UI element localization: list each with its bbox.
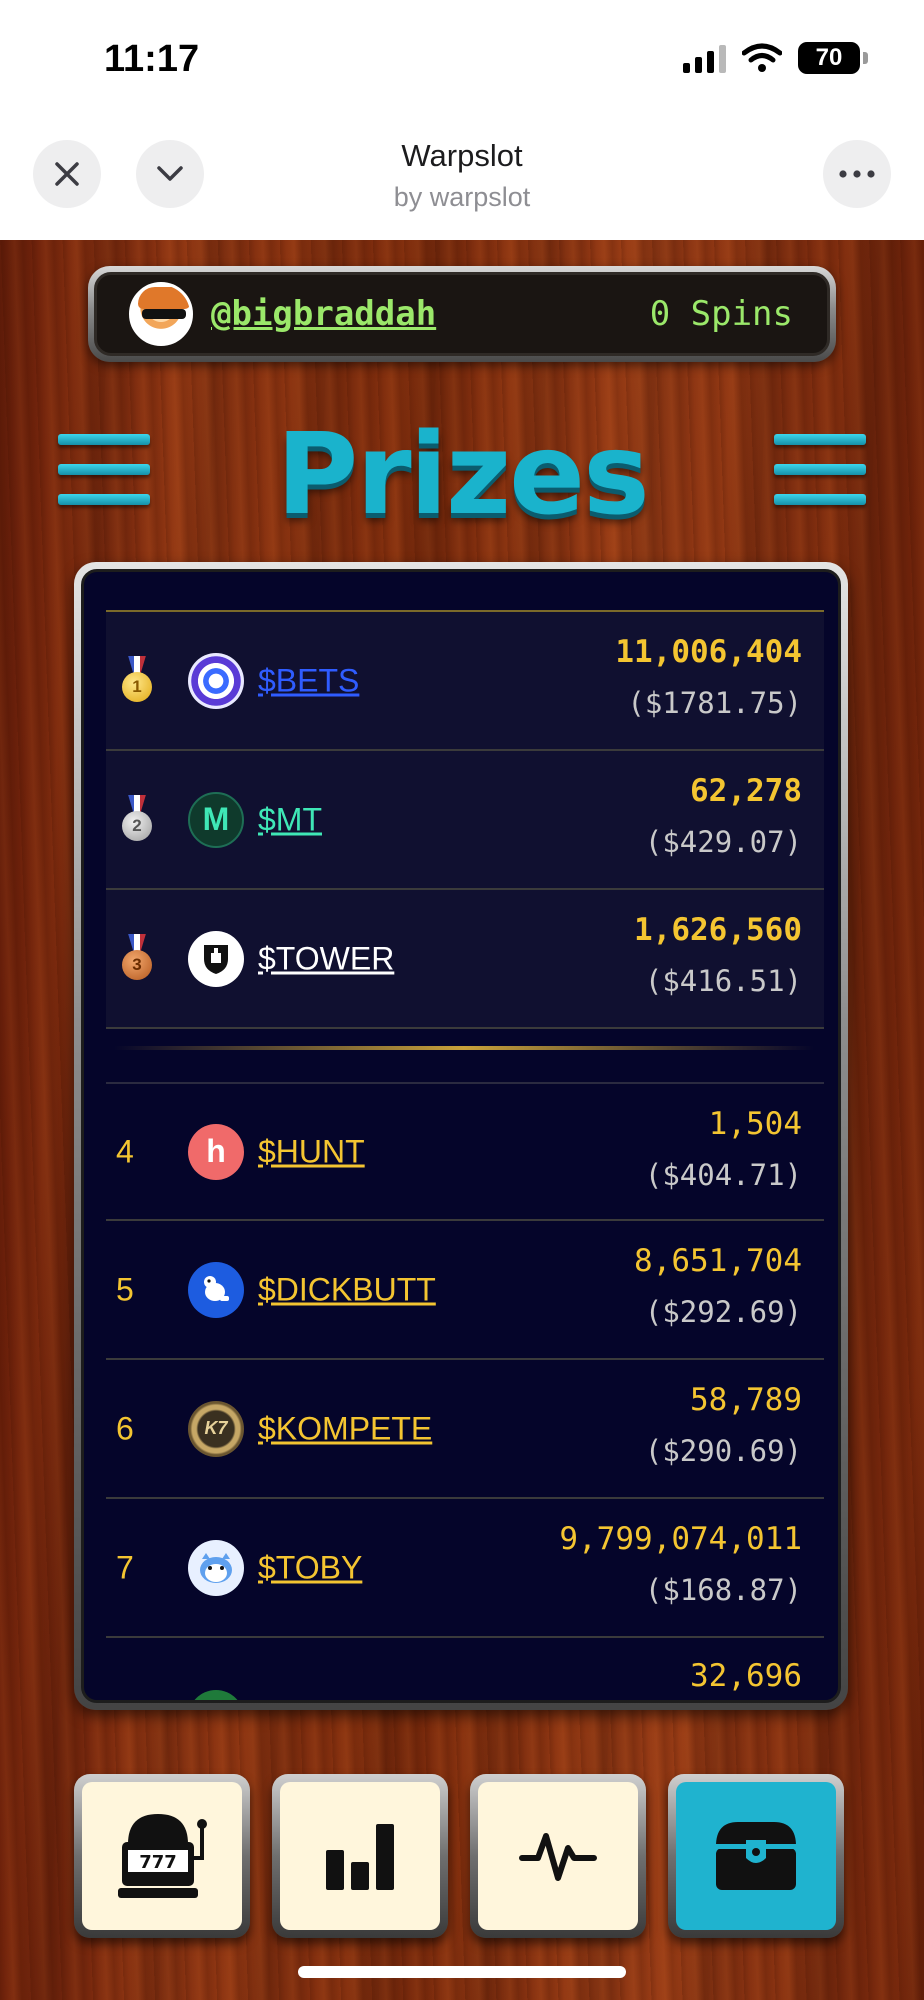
- token-link[interactable]: $KOMPETE: [258, 1410, 432, 1447]
- right-menu-icon[interactable]: [774, 434, 866, 506]
- rank-number: 5: [116, 1271, 134, 1307]
- prizes-list[interactable]: 4 h $HUNT 1,504 ($404.71) 5 $DICKBUTT 8,…: [106, 1082, 824, 1701]
- prize-amount: 58,789: [690, 1382, 802, 1418]
- tower-shield-icon: [188, 930, 244, 987]
- rank-number: 6: [116, 1410, 134, 1446]
- nav-slot-machine-button[interactable]: 777: [74, 1774, 250, 1938]
- pulse-icon: [519, 1833, 597, 1881]
- token-link[interactable]: $TOBY: [258, 1549, 362, 1586]
- prize-usd-value: ($1781.75): [627, 686, 802, 720]
- prize-usd-value: ($404.71): [644, 1158, 802, 1192]
- prize-amount: 1,626,560: [634, 912, 802, 948]
- prize-amount: 62,278: [690, 773, 802, 809]
- top-prizes-list: 1 $BETS 11,006,404 ($1781.75) 2 M $MT 62…: [106, 610, 824, 1029]
- more-dots-icon: [839, 170, 875, 178]
- app-title: Warpslot: [401, 138, 523, 173]
- prize-row: 6 K7 $KOMPETE 58,789 ($290.69): [106, 1360, 824, 1499]
- prize-amount: 11,006,404: [615, 634, 802, 670]
- prize-usd-value: ($168.87): [644, 1573, 802, 1607]
- user-handle-link[interactable]: @bigbraddah: [211, 294, 436, 334]
- gold-medal-icon: 1: [122, 655, 152, 706]
- treasure-chest-icon: [716, 1822, 796, 1890]
- token-link[interactable]: $DICKBUTT: [258, 1271, 436, 1308]
- status-icons: 70: [683, 42, 868, 74]
- spins-count: 0 Spins: [649, 294, 793, 334]
- mt-m-icon: M: [188, 791, 244, 848]
- user-bar: @bigbraddah 0 Spins: [88, 266, 836, 362]
- dickbutt-icon: [188, 1261, 244, 1318]
- bronze-medal-icon: 3: [122, 933, 152, 984]
- toby-face-icon: [188, 1539, 244, 1596]
- prize-row: 7 $TOBY 9,799,074,011 ($168.87): [106, 1499, 824, 1638]
- nav-activity-button[interactable]: [470, 1774, 646, 1938]
- token-link[interactable]: $HUNT: [258, 1133, 365, 1170]
- app-subtitle: by warpslot: [393, 182, 531, 212]
- game-area: @bigbraddah 0 Spins Prizes 1 $BETS 11,00…: [0, 240, 924, 2000]
- status-bar: 11:17 70: [0, 0, 924, 120]
- green-token-icon: [188, 1690, 244, 1700]
- prize-row: 8 32,696: [106, 1638, 824, 1701]
- prize-usd-value: ($416.51): [644, 964, 802, 998]
- nav-leaderboard-button[interactable]: [272, 1774, 448, 1938]
- prize-row: 1 $BETS 11,006,404 ($1781.75): [106, 612, 824, 751]
- rank-number: 4: [116, 1133, 134, 1169]
- prize-row: 5 $DICKBUTT 8,651,704 ($292.69): [106, 1221, 824, 1360]
- hunt-h-icon: h: [188, 1123, 244, 1180]
- slot-777-text: 777: [139, 1852, 177, 1873]
- bottom-nav: 777: [74, 1774, 854, 1942]
- prize-usd-value: ($292.69): [644, 1295, 802, 1329]
- bets-swirl-icon: [188, 652, 244, 709]
- token-link[interactable]: $BETS: [258, 662, 359, 699]
- prize-amount: 1,504: [708, 1106, 802, 1142]
- token-link[interactable]: $MT: [258, 801, 322, 838]
- silver-medal-icon: 2: [122, 794, 152, 845]
- prize-row: 3 $TOWER 1,626,560 ($416.51): [106, 890, 824, 1029]
- battery-level: 70: [815, 44, 843, 71]
- prize-amount: 9,799,074,011: [559, 1521, 802, 1557]
- prize-amount: 32,696: [690, 1658, 802, 1694]
- battery-icon: 70: [798, 42, 868, 74]
- prize-row: 2 M $MT 62,278 ($429.07): [106, 751, 824, 890]
- cellular-signal-icon: [683, 43, 726, 73]
- nav-prizes-button[interactable]: [668, 1774, 844, 1938]
- wifi-icon: [742, 43, 782, 72]
- app-header: Warpslot by warpslot: [0, 120, 924, 240]
- bar-chart-icon: [326, 1824, 394, 1890]
- slot-machine-icon: 777: [118, 1814, 207, 1898]
- more-button[interactable]: [823, 140, 891, 208]
- kompete-coin-icon: K7: [188, 1400, 244, 1457]
- avatar[interactable]: [129, 282, 193, 346]
- prize-amount: 8,651,704: [634, 1243, 802, 1279]
- token-link[interactable]: $TOWER: [258, 940, 394, 977]
- divider: [114, 1046, 814, 1050]
- status-time: 11:17: [104, 38, 200, 80]
- prize-usd-value: ($290.69): [644, 1434, 802, 1468]
- prizes-panel: 1 $BETS 11,006,404 ($1781.75) 2 M $MT 62…: [74, 562, 848, 1710]
- home-indicator: [298, 1966, 626, 1978]
- prize-row: 4 h $HUNT 1,504 ($404.71): [106, 1082, 824, 1221]
- prize-usd-value: ($429.07): [644, 825, 802, 859]
- rank-number: 7: [116, 1549, 134, 1585]
- rank-number: 8: [116, 1700, 134, 1701]
